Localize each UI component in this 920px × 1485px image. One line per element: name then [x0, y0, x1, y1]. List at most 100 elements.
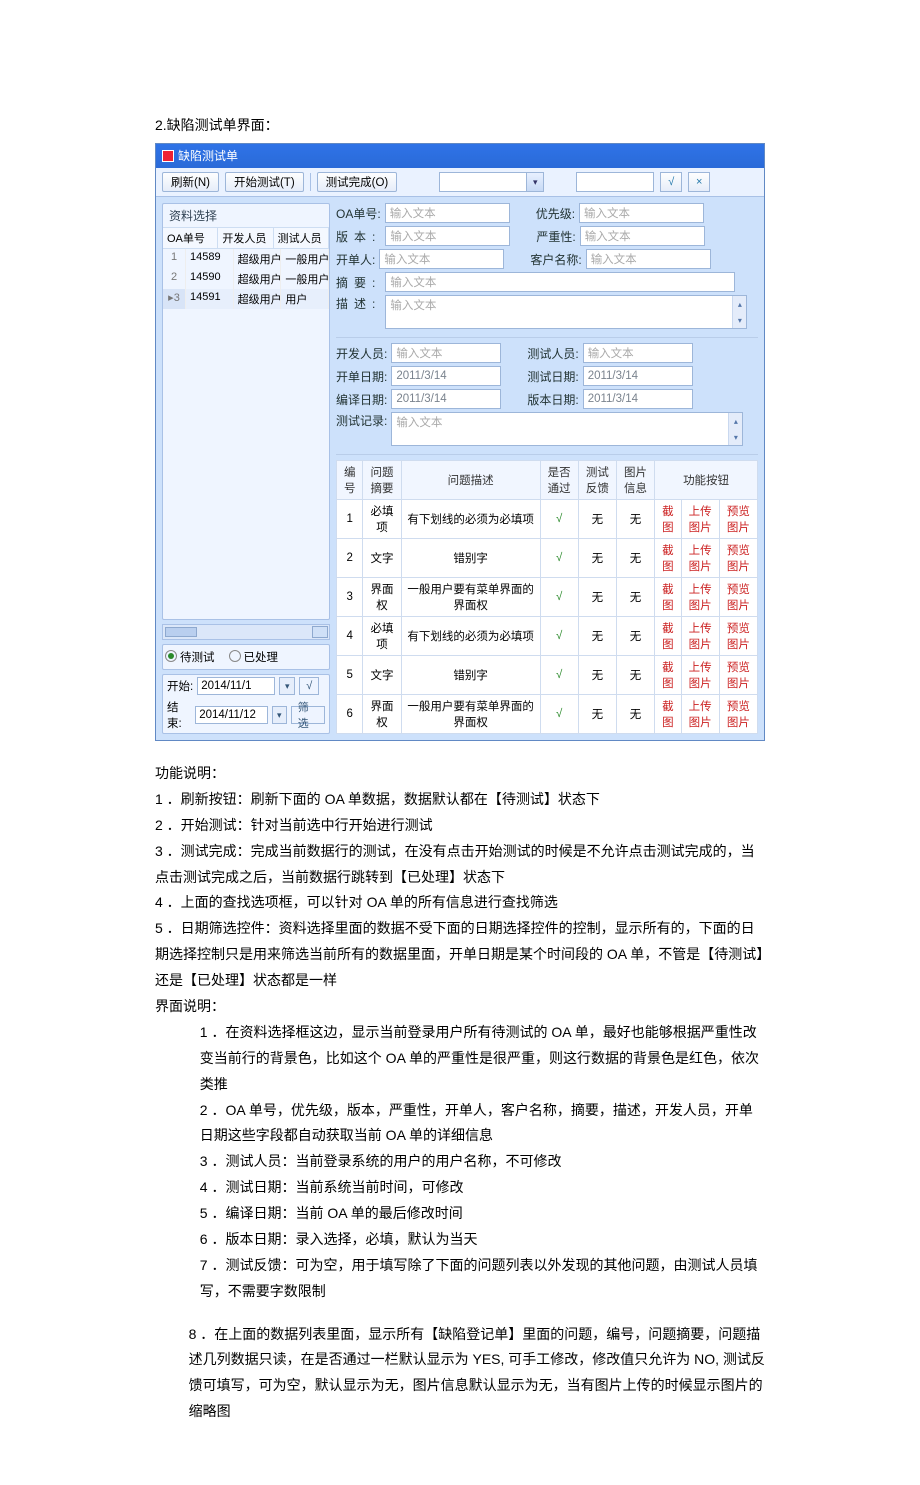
- th-actions: 功能按钮: [655, 461, 758, 500]
- ui-5: 5 ．编译日期：当前 OA 单的最后修改时间: [155, 1201, 765, 1227]
- lbl-create-date: 开单日期:: [336, 368, 387, 385]
- test-done-button[interactable]: 测试完成(O): [317, 172, 398, 192]
- screenshot-link[interactable]: 截图: [655, 617, 681, 656]
- upload-link[interactable]: 上传图片: [681, 695, 719, 734]
- ui-3: 3 ．测试人员：当前登录系统的用户的用户名称，不可修改: [155, 1149, 765, 1175]
- table-row[interactable]: 1必填项有下划线的必须为必填项√无无截图上传图片预览图片: [337, 500, 758, 539]
- test-date-input[interactable]: 2011/3/14: [583, 366, 693, 386]
- creator-input[interactable]: 输入文本: [379, 249, 504, 269]
- screenshot-link[interactable]: 截图: [655, 695, 681, 734]
- table-row[interactable]: 6界面权一般用户要有菜单界面的界面权√无无截图上传图片预览图片: [337, 695, 758, 734]
- th-feedback: 测试反馈: [578, 461, 616, 500]
- create-date-input[interactable]: 2011/3/14: [391, 366, 501, 386]
- preview-link[interactable]: 预览图片: [719, 578, 757, 617]
- lbl-tester: 测试人员:: [527, 345, 578, 362]
- sidebar-title: 资料选择: [163, 204, 329, 228]
- screenshot-link[interactable]: 截图: [655, 539, 681, 578]
- lbl-creator: 开单人:: [336, 251, 375, 268]
- chevron-down-icon[interactable]: ▾: [272, 706, 287, 724]
- priority-input[interactable]: 输入文本: [579, 203, 704, 223]
- oa-input[interactable]: 输入文本: [385, 203, 510, 223]
- compile-date-input[interactable]: 2011/3/14: [391, 389, 501, 409]
- chevron-down-icon[interactable]: ▾: [279, 677, 295, 695]
- refresh-button[interactable]: 刷新(N): [162, 172, 219, 192]
- radio-done[interactable]: 已处理: [229, 649, 279, 665]
- screenshot-link[interactable]: 截图: [655, 578, 681, 617]
- th-desc: 问题描述: [401, 461, 540, 500]
- list-item[interactable]: ▸314591超级用户用户: [163, 289, 329, 309]
- func-4: 4 ．上面的查找选项框，可以针对 OA 单的所有信息进行查找筛选: [155, 890, 765, 916]
- toolbar: 刷新(N) 开始测试(T) 测试完成(O) ▾ √ ×: [156, 168, 764, 197]
- ui-4: 4 ．测试日期：当前系统当前时间，可修改: [155, 1175, 765, 1201]
- version-input[interactable]: 输入文本: [385, 226, 510, 246]
- tester-input[interactable]: 输入文本: [583, 343, 693, 363]
- list-scrollbar[interactable]: [162, 624, 330, 640]
- titlebar: 缺陷测试单: [156, 144, 764, 168]
- lbl-severity: 严重性:: [536, 228, 575, 245]
- upload-link[interactable]: 上传图片: [681, 578, 719, 617]
- list-item[interactable]: 214590超级用户一般用户: [163, 269, 329, 289]
- func-head: 功能说明：: [155, 761, 765, 787]
- ui-7: 7 ．测试反馈：可为空，用于填写除了下面的问题列表以外发现的其他问题，由测试人员…: [155, 1253, 765, 1305]
- col-oa: OA单号: [163, 228, 218, 248]
- upload-link[interactable]: 上传图片: [681, 656, 719, 695]
- list-body[interactable]: 114589超级用户一般用户 214590超级用户一般用户 ▸314591超级用…: [163, 249, 329, 309]
- list-item[interactable]: 114589超级用户一般用户: [163, 249, 329, 269]
- lbl-priority: 优先级:: [536, 205, 575, 222]
- search-value-combo[interactable]: [576, 172, 654, 192]
- upload-link[interactable]: 上传图片: [681, 500, 719, 539]
- start-test-button[interactable]: 开始测试(T): [225, 172, 304, 192]
- screenshot-link[interactable]: 截图: [655, 500, 681, 539]
- th-summary: 问题摘要: [363, 461, 401, 500]
- list-header: OA单号 开发人员 测试人员: [163, 228, 329, 249]
- table-row[interactable]: 2文字错别字√无无截图上传图片预览图片: [337, 539, 758, 578]
- table-row[interactable]: 4必填项有下划线的必须为必填项√无无截图上传图片预览图片: [337, 617, 758, 656]
- test-rec-textarea[interactable]: 输入文本▴▾: [391, 412, 743, 446]
- lbl-desc: 描述:: [336, 295, 381, 312]
- lbl-version: 版本:: [336, 228, 381, 245]
- search-field-combo[interactable]: ▾: [439, 172, 544, 192]
- search-clear-button[interactable]: ×: [688, 172, 710, 192]
- preview-link[interactable]: 预览图片: [719, 500, 757, 539]
- radio-pending[interactable]: 待测试: [165, 649, 215, 665]
- upload-link[interactable]: 上传图片: [681, 539, 719, 578]
- search-field-input[interactable]: [440, 173, 526, 191]
- th-pass: 是否通过: [540, 461, 578, 500]
- app-window: 缺陷测试单 刷新(N) 开始测试(T) 测试完成(O) ▾ √ × 资料选择 O…: [155, 143, 765, 741]
- th-no: 编号: [337, 461, 363, 500]
- upload-link[interactable]: 上传图片: [681, 617, 719, 656]
- start-date-input[interactable]: 2014/11/1: [197, 677, 275, 695]
- summary-input[interactable]: 输入文本: [385, 272, 735, 292]
- end-label: 结束:: [167, 699, 191, 731]
- filter-button[interactable]: 筛选: [291, 706, 325, 724]
- search-ok-button[interactable]: √: [660, 172, 682, 192]
- dev-input[interactable]: 输入文本: [391, 343, 501, 363]
- end-date-input[interactable]: 2014/11/12: [195, 706, 268, 724]
- ver-date-input[interactable]: 2011/3/14: [583, 389, 693, 409]
- th-img: 图片信息: [616, 461, 654, 500]
- ui-8: 8 ．在上面的数据列表里面，显示所有【缺陷登记单】里面的问题，编号，问题摘要，问…: [155, 1322, 765, 1426]
- lbl-oa: OA单号:: [336, 205, 381, 222]
- lbl-dev: 开发人员:: [336, 345, 387, 362]
- preview-link[interactable]: 预览图片: [719, 617, 757, 656]
- severity-input[interactable]: 输入文本: [580, 226, 705, 246]
- desc-textarea[interactable]: 输入文本▴▾: [385, 295, 747, 329]
- preview-link[interactable]: 预览图片: [719, 695, 757, 734]
- table-row[interactable]: 5文字错别字√无无截图上传图片预览图片: [337, 656, 758, 695]
- table-row[interactable]: 3界面权一般用户要有菜单界面的界面权√无无截图上传图片预览图片: [337, 578, 758, 617]
- window-title: 缺陷测试单: [178, 147, 238, 164]
- preview-link[interactable]: 预览图片: [719, 539, 757, 578]
- customer-input[interactable]: 输入文本: [586, 249, 711, 269]
- preview-link[interactable]: 预览图片: [719, 656, 757, 695]
- ui-1: 1 ．在资料选择框这边，显示当前登录用户所有待测试的 OA 单，最好也能够根据严…: [155, 1020, 765, 1098]
- ui-2: 2 ．OA 单号，优先级，版本，严重性，开单人，客户名称，摘要，描述，开发人员，…: [155, 1098, 765, 1150]
- col-tester: 测试人员: [274, 228, 329, 248]
- lbl-compile-date: 编译日期:: [336, 391, 387, 408]
- func-2: 2 ．开始测试：针对当前选中行开始进行测试: [155, 813, 765, 839]
- date-ok-button[interactable]: √: [299, 677, 319, 695]
- start-label: 开始:: [167, 678, 193, 694]
- search-value-input[interactable]: [577, 173, 653, 191]
- screenshot-link[interactable]: 截图: [655, 656, 681, 695]
- func-3: 3 ．测试完成：完成当前数据行的测试，在没有点击开始测试的时候是不允许点击测试完…: [155, 839, 765, 891]
- chevron-down-icon[interactable]: ▾: [526, 173, 543, 191]
